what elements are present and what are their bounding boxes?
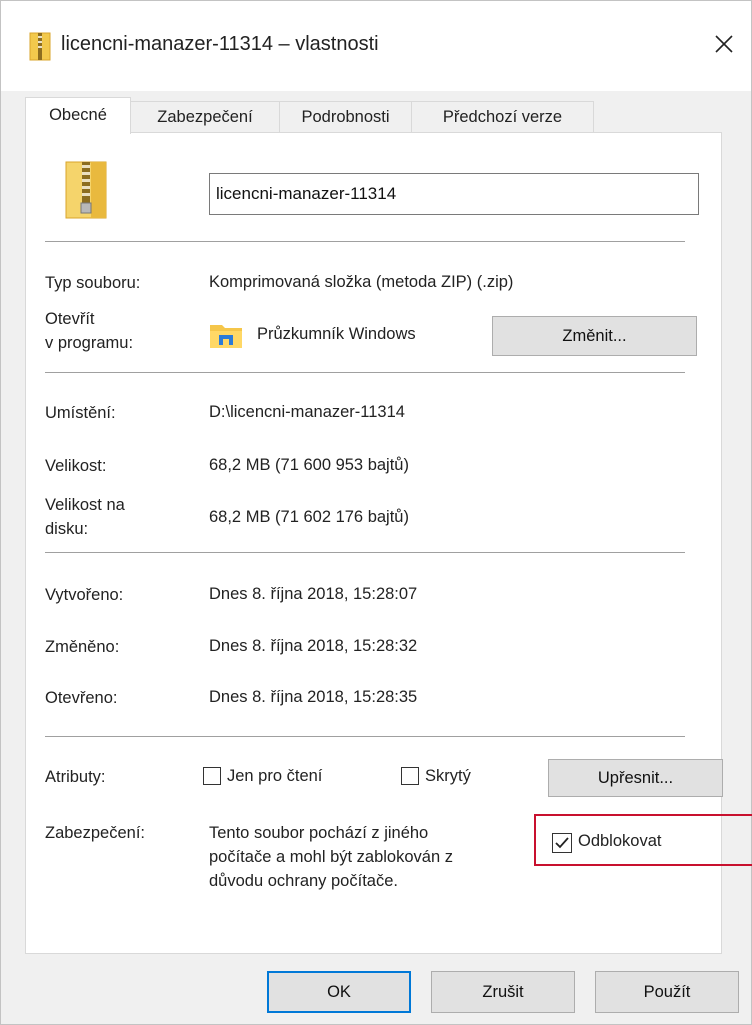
size-value: 68,2 MB (71 600 953 bajtů) — [209, 456, 409, 474]
unblock-checkbox[interactable] — [552, 833, 572, 853]
disk-size-value: 68,2 MB (71 602 176 bajtů) — [209, 508, 409, 526]
hidden-label: Skrytý — [425, 767, 471, 785]
security-text-line1: Tento soubor pochází z jiného — [209, 824, 429, 842]
security-label: Zabezpečení: — [45, 824, 145, 842]
size-label: Velikost: — [45, 457, 107, 475]
readonly-label: Jen pro čtení — [227, 767, 323, 785]
change-button[interactable]: Změnit... — [492, 316, 697, 356]
zip-folder-icon — [29, 32, 51, 61]
ok-button[interactable]: OK — [267, 971, 411, 1013]
zip-file-icon — [65, 161, 107, 219]
unblock-label: Odblokovat — [578, 832, 662, 850]
tab-previous-versions[interactable]: Předchozí verze — [411, 101, 594, 132]
security-description: Tento soubor pochází z jiného počítače a… — [209, 821, 453, 893]
file-name-input[interactable] — [209, 173, 699, 215]
separator — [45, 241, 685, 242]
disk-size-label-line1: Velikost na — [45, 496, 125, 514]
created-label: Vytvořeno: — [45, 586, 124, 604]
separator — [45, 372, 685, 373]
tab-details[interactable]: Podrobnosti — [279, 101, 412, 132]
accessed-value: Dnes 8. října 2018, 15:28:35 — [209, 688, 418, 706]
separator — [45, 552, 685, 553]
location-label: Umístění: — [45, 404, 116, 422]
tab-general[interactable]: Obecné — [25, 97, 131, 134]
tab-strip: Obecné Zabezpečení Podrobnosti Předchozí… — [25, 97, 725, 134]
attributes-label: Atributy: — [45, 768, 106, 786]
hidden-checkbox[interactable] — [401, 767, 419, 785]
security-text-line2: počítače a mohl být zablokován z — [209, 848, 453, 866]
file-type-value: Komprimovaná složka (metoda ZIP) (.zip) — [209, 273, 514, 291]
readonly-checkbox[interactable] — [203, 767, 221, 785]
opens-with-label-line2: v programu: — [45, 334, 134, 352]
properties-window: licencni-manazer-11314 – vlastnosti Obec… — [0, 0, 752, 1025]
advanced-button[interactable]: Upřesnit... — [548, 759, 723, 797]
file-explorer-icon — [210, 325, 242, 348]
modified-value: Dnes 8. října 2018, 15:28:32 — [209, 637, 418, 655]
opens-with-value: Průzkumník Windows — [257, 325, 416, 343]
modified-label: Změněno: — [45, 638, 120, 656]
separator — [45, 736, 685, 737]
window-title: licencni-manazer-11314 – vlastnosti — [61, 33, 379, 55]
tab-security[interactable]: Zabezpečení — [130, 101, 280, 132]
file-type-label: Typ souboru: — [45, 274, 141, 292]
close-icon[interactable] — [709, 29, 739, 59]
accessed-label: Otevřeno: — [45, 689, 118, 707]
opens-with-label-line1: Otevřít — [45, 310, 95, 328]
title-bar: licencni-manazer-11314 – vlastnosti — [1, 1, 751, 91]
cancel-button[interactable]: Zrušit — [431, 971, 575, 1013]
apply-button[interactable]: Použít — [595, 971, 739, 1013]
location-value: D:\licencni-manazer-11314 — [209, 403, 405, 421]
security-text-line3: důvodu ochrany počítače. — [209, 872, 398, 890]
created-value: Dnes 8. října 2018, 15:28:07 — [209, 585, 418, 603]
disk-size-label-line2: disku: — [45, 520, 89, 538]
